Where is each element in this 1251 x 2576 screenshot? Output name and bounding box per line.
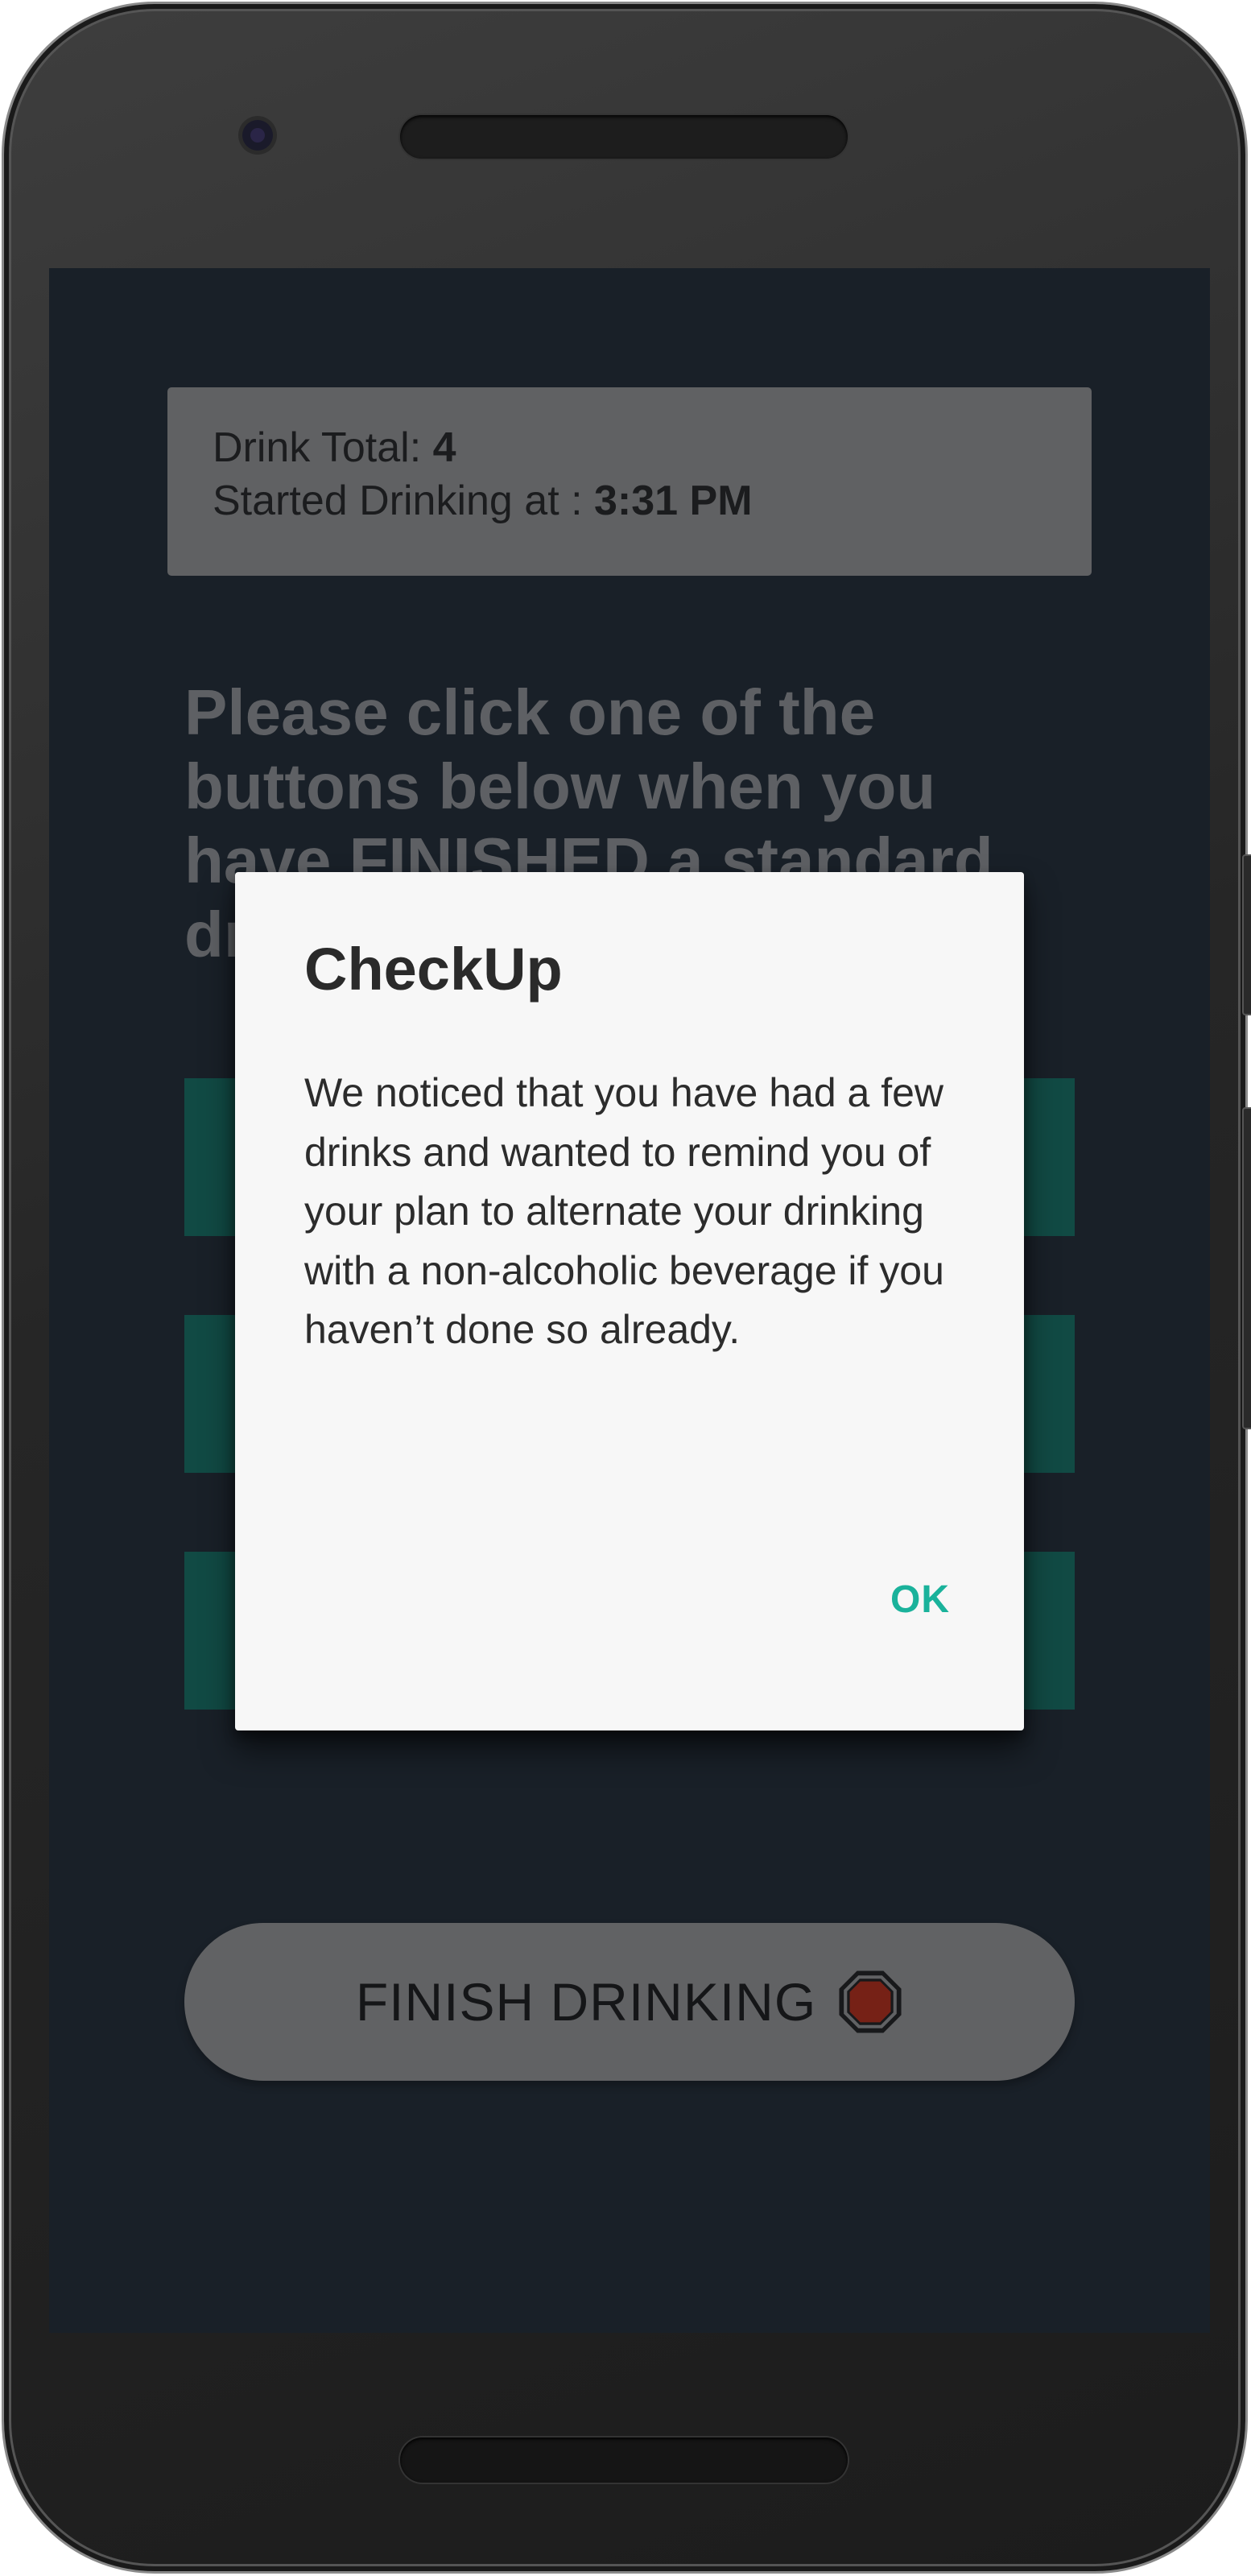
front-camera <box>242 120 273 151</box>
checkup-dialog: CheckUp We noticed that you have had a f… <box>235 872 1024 1730</box>
ok-button[interactable]: OK <box>890 1577 950 1622</box>
app-screen: Drink Total: 4 Started Drinking at : 3:3… <box>49 268 1210 2333</box>
volume-button <box>1242 1107 1251 1429</box>
dialog-message: We noticed that you have had a few drink… <box>304 1070 944 1352</box>
dialog-title: CheckUp <box>304 936 563 1003</box>
earpiece-speaker <box>400 115 848 159</box>
phone-frame: Drink Total: 4 Started Drinking at : 3:3… <box>2 2 1251 2574</box>
bottom-speaker <box>400 2437 848 2483</box>
power-button <box>1242 854 1251 1015</box>
